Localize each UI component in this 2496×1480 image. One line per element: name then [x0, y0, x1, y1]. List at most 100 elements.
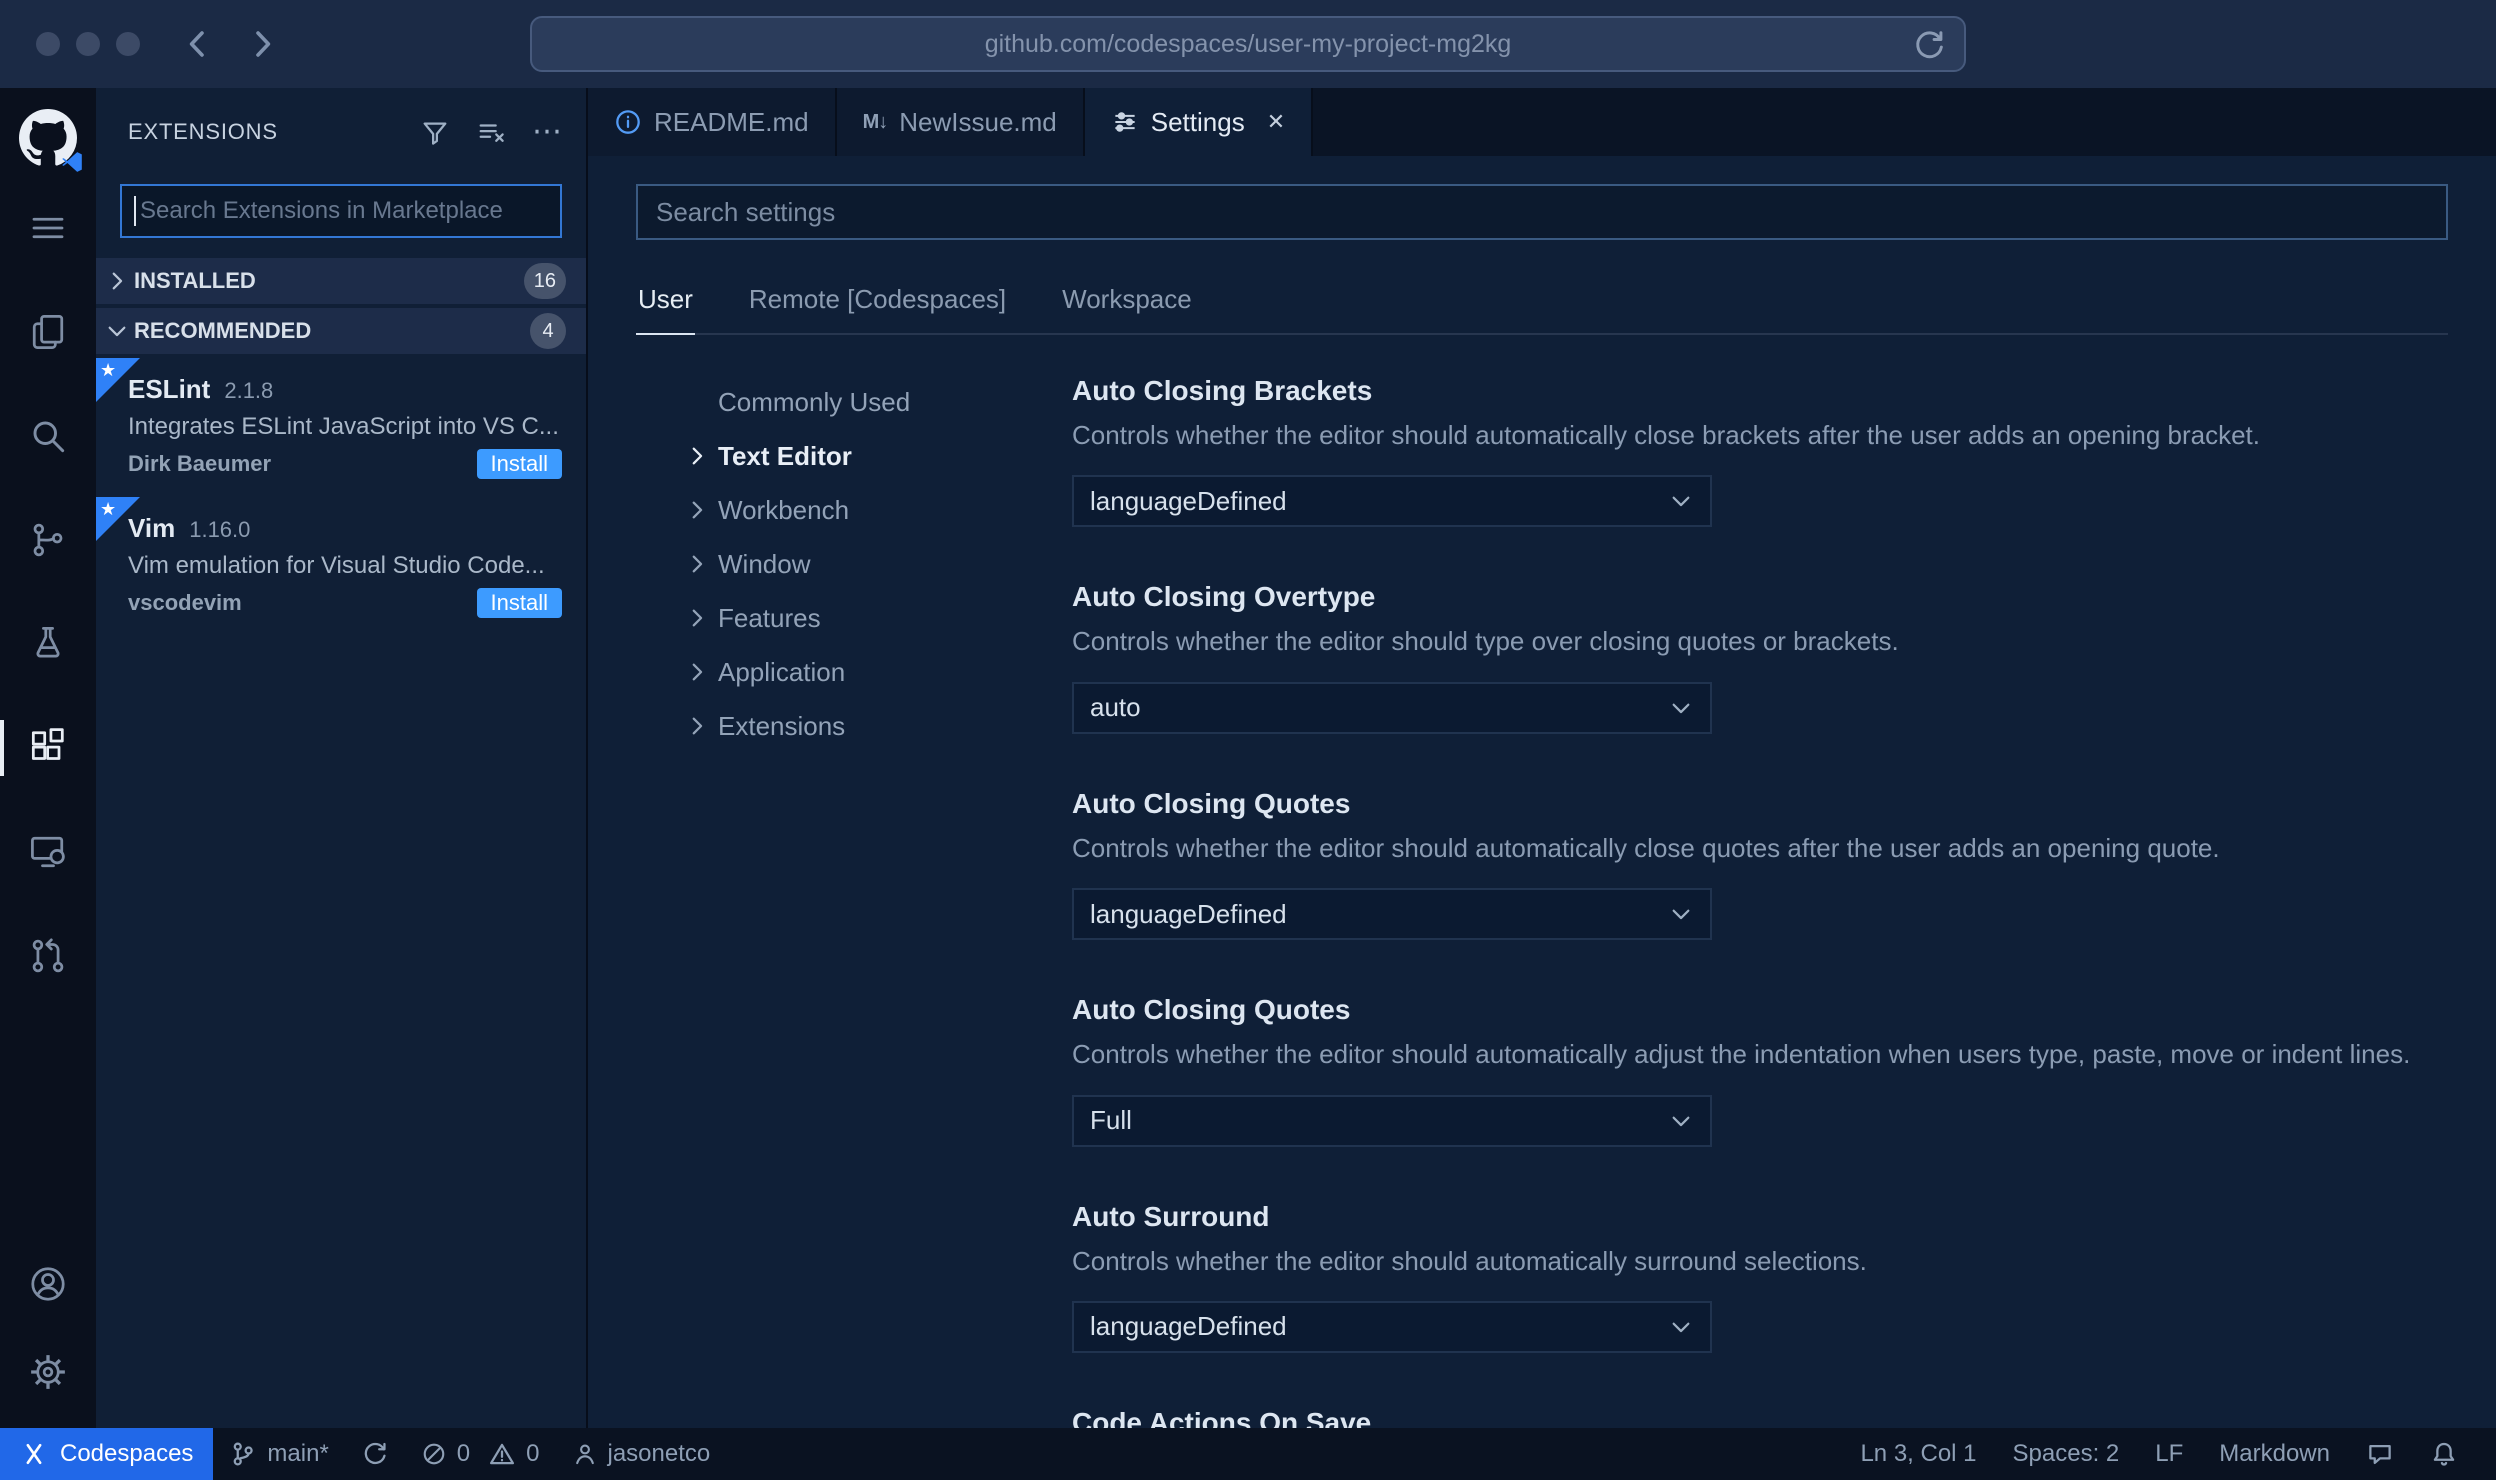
- toc-item-application[interactable]: Application: [684, 645, 1016, 699]
- toc-item-features[interactable]: Features: [684, 591, 1016, 645]
- eol-item[interactable]: LF: [2137, 1428, 2201, 1480]
- account-button[interactable]: [0, 1240, 96, 1328]
- address-bar[interactable]: github.com/codespaces/user-my-project-mg…: [530, 16, 1966, 72]
- notifications-button[interactable]: [2412, 1428, 2476, 1480]
- toc-label: Features: [718, 602, 821, 633]
- window-minimize-button[interactable]: [76, 32, 100, 56]
- window-close-button[interactable]: [36, 32, 60, 56]
- scope-tab-workspace[interactable]: Workspace: [1060, 272, 1194, 335]
- tab-label: Settings: [1150, 106, 1245, 137]
- extension-item-eslint[interactable]: ★ ESLint 2.1.8 Integrates ESLint JavaScr…: [96, 358, 586, 497]
- sidebar-item-github-pull-requests[interactable]: [0, 912, 96, 1000]
- hamburger-menu-icon: [32, 217, 64, 239]
- indentation-item[interactable]: Spaces: 2: [1995, 1428, 2138, 1480]
- sidebar-item-source-control[interactable]: [0, 496, 96, 584]
- section-label: INSTALLED: [134, 268, 256, 293]
- markdown-icon: M↓: [862, 110, 889, 133]
- window-maximize-button[interactable]: [116, 32, 140, 56]
- sidebar-item-remote-explorer[interactable]: [0, 808, 96, 896]
- setting-auto-closing-quotes: Auto Closing Quotes Controls whether the…: [1072, 787, 2448, 941]
- refresh-icon: [1916, 31, 1943, 59]
- forward-button[interactable]: [244, 26, 280, 62]
- toc-item-workbench[interactable]: Workbench: [684, 483, 1016, 537]
- setting-value-dropdown[interactable]: languageDefined: [1072, 1300, 1712, 1353]
- extension-version: 1.16.0: [189, 517, 251, 542]
- language-mode-item[interactable]: Markdown: [2201, 1428, 2348, 1480]
- menu-button[interactable]: [0, 184, 96, 272]
- chevron-down-icon: [1672, 1116, 1690, 1126]
- filter-extensions-button[interactable]: [420, 117, 450, 147]
- user-name: jasonetco: [607, 1440, 711, 1467]
- settings-scope-tabs: User Remote [Codespaces] Workspace: [636, 272, 2448, 335]
- setting-value-dropdown[interactable]: auto: [1072, 681, 1712, 734]
- eol: LF: [2155, 1440, 2184, 1467]
- section-recommended[interactable]: RECOMMENDED 4: [96, 308, 586, 354]
- setting-description: Controls whether the editor should autom…: [1072, 832, 2220, 863]
- sidebar-item-extensions[interactable]: [0, 704, 96, 792]
- tab-label: NewIssue.md: [899, 106, 1057, 137]
- tab-readme[interactable]: README.md: [588, 88, 837, 156]
- tab-settings[interactable]: Settings ✕: [1084, 88, 1314, 156]
- remote-explorer-icon: [31, 836, 65, 868]
- setting-auto-closing-overtype: Auto Closing Overtype Controls whether t…: [1072, 581, 2448, 734]
- close-icon[interactable]: ✕: [1267, 109, 1285, 135]
- error-count: 0: [456, 1440, 471, 1467]
- settings-search-input[interactable]: [636, 184, 2448, 240]
- editor-area: README.md M↓ NewIssue.md Settings ✕ User…: [588, 88, 2496, 1428]
- star-icon: ★: [100, 360, 117, 380]
- chevron-right-icon: [692, 717, 703, 735]
- setting-title: Auto Closing Quotes: [1072, 787, 1351, 819]
- sidebar-item-search[interactable]: [0, 392, 96, 480]
- warning-count: 0: [526, 1440, 540, 1467]
- scope-tab-user[interactable]: User: [636, 272, 695, 335]
- extensions-search-input[interactable]: [120, 184, 562, 238]
- user-status-item[interactable]: jasonetco: [556, 1428, 727, 1480]
- github-codespaces-logo: [16, 104, 82, 172]
- codespaces-status-button[interactable]: Codespaces: [0, 1428, 214, 1480]
- branch-status-item[interactable]: main*: [213, 1428, 344, 1480]
- extension-item-vim[interactable]: ★ Vim 1.16.0 Vim emulation for Visual St…: [96, 497, 586, 636]
- branch-name: main*: [267, 1440, 329, 1467]
- sidebar-item-testing[interactable]: [0, 600, 96, 688]
- tab-newissue[interactable]: M↓ NewIssue.md: [836, 88, 1085, 156]
- scope-tab-remote[interactable]: Remote [Codespaces]: [747, 272, 1008, 335]
- back-button[interactable]: [180, 26, 216, 62]
- git-branch-icon: [234, 1442, 254, 1466]
- search-icon: [33, 421, 65, 453]
- problems-status-item[interactable]: 0 0: [405, 1428, 556, 1480]
- install-button[interactable]: Install: [476, 449, 562, 479]
- setting-value-dropdown[interactable]: Full: [1072, 1094, 1712, 1147]
- extension-author: vscodevim: [128, 590, 242, 615]
- extensions-sidebar: EXTENSIONS ⋯ INSTALLED 16: [96, 88, 588, 1428]
- setting-description: Controls whether the editor should autom…: [1072, 1039, 2411, 1070]
- toc-item-commonly-used[interactable]: Commonly Used: [684, 375, 1016, 429]
- chevron-down-icon: [1672, 1322, 1690, 1333]
- setting-value-dropdown[interactable]: languageDefined: [1072, 888, 1712, 941]
- status-bar: Codespaces main* 0 0 jasonetco Ln 3, Col…: [0, 1428, 2496, 1480]
- refresh-button[interactable]: [1912, 28, 1946, 62]
- toc-item-extensions[interactable]: Extensions: [684, 699, 1016, 753]
- cursor-position-item[interactable]: Ln 3, Col 1: [1842, 1428, 1994, 1480]
- chevron-right-icon: [692, 501, 703, 519]
- feedback-button[interactable]: [2348, 1428, 2412, 1480]
- toc-item-window[interactable]: Window: [684, 537, 1016, 591]
- settings-gear-button[interactable]: [0, 1328, 96, 1416]
- chevron-left-icon: [189, 31, 204, 57]
- sidebar-item-explorer[interactable]: [0, 288, 96, 376]
- toc-item-text-editor[interactable]: Text Editor: [684, 429, 1016, 483]
- install-button[interactable]: Install: [476, 588, 562, 618]
- more-actions-button[interactable]: ⋯: [532, 117, 562, 147]
- dropdown-value: auto: [1090, 692, 1141, 723]
- section-installed[interactable]: INSTALLED 16: [96, 258, 586, 304]
- sync-icon: [364, 1442, 386, 1465]
- clear-extensions-search-button[interactable]: [476, 117, 506, 147]
- chevron-down-icon: [1672, 497, 1690, 507]
- cursor-position: Ln 3, Col 1: [1860, 1440, 1977, 1467]
- tab-label: README.md: [654, 106, 809, 137]
- setting-description: Controls whether the editor should autom…: [1072, 420, 2261, 450]
- sync-status-item[interactable]: [345, 1428, 405, 1480]
- setting-value-dropdown[interactable]: languageDefined: [1072, 475, 1712, 528]
- dropdown-value: languageDefined: [1090, 898, 1287, 929]
- notifications-bell-icon: [2433, 1442, 2455, 1466]
- setting-auto-closing-brackets: Auto Closing Brackets Controls whether t…: [1072, 375, 2448, 528]
